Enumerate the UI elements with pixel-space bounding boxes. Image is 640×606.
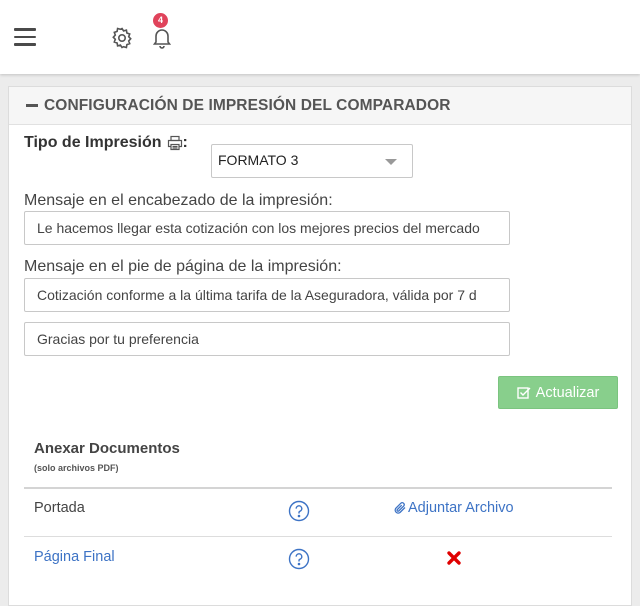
paperclip-icon	[394, 502, 406, 514]
print-type-select[interactable]: FORMATO 3	[211, 144, 413, 178]
annex-title: Anexar Documentos	[34, 440, 180, 457]
annex-row-label: Portada	[34, 500, 85, 516]
attach-file-link[interactable]: Adjuntar Archivo	[393, 500, 514, 516]
top-navbar: 4	[0, 0, 640, 74]
attach-file-label: Adjuntar Archivo	[408, 500, 514, 516]
help-icon[interactable]	[288, 548, 310, 570]
footer-message-label: Mensaje en el pie de página de la impres…	[24, 258, 342, 275]
check-square-icon	[516, 386, 531, 399]
divider	[24, 487, 612, 489]
print-type-value: FORMATO 3	[218, 152, 299, 168]
header-message-label: Mensaje en el encabezado de la impresión…	[24, 192, 333, 209]
panel-title: CONFIGURACIÓN DE IMPRESIÓN DEL COMPARADO…	[44, 96, 451, 114]
bell-icon[interactable]	[150, 25, 174, 49]
collapse-icon[interactable]	[26, 104, 38, 107]
annex-subtitle: (solo archivos PDF)	[34, 463, 119, 473]
row-divider	[24, 536, 612, 537]
annex-row-link[interactable]: Página Final	[34, 549, 115, 565]
update-button-label: Actualizar	[535, 384, 600, 401]
print-config-panel: CONFIGURACIÓN DE IMPRESIÓN DEL COMPARADO…	[8, 86, 632, 606]
panel-header: CONFIGURACIÓN DE IMPRESIÓN DEL COMPARADO…	[9, 87, 631, 125]
update-button[interactable]: Actualizar	[498, 376, 618, 409]
gear-icon[interactable]	[110, 26, 134, 50]
help-icon[interactable]	[288, 500, 310, 522]
footer-message-input-2[interactable]: Gracias por tu preferencia	[24, 322, 510, 356]
caret-down-icon	[385, 159, 397, 165]
print-type-label-text: Tipo de Impresión	[24, 134, 162, 151]
menu-icon[interactable]	[14, 28, 36, 46]
remove-icon[interactable]	[446, 550, 462, 566]
printer-icon	[167, 135, 182, 151]
print-type-label: Tipo de Impresión :	[24, 134, 188, 152]
notification-badge: 4	[153, 13, 168, 28]
footer-message-input-1[interactable]: Cotización conforme a la última tarifa d…	[24, 278, 510, 312]
print-type-colon: :	[182, 134, 188, 151]
header-message-input[interactable]: Le hacemos llegar esta cotización con lo…	[24, 211, 510, 245]
